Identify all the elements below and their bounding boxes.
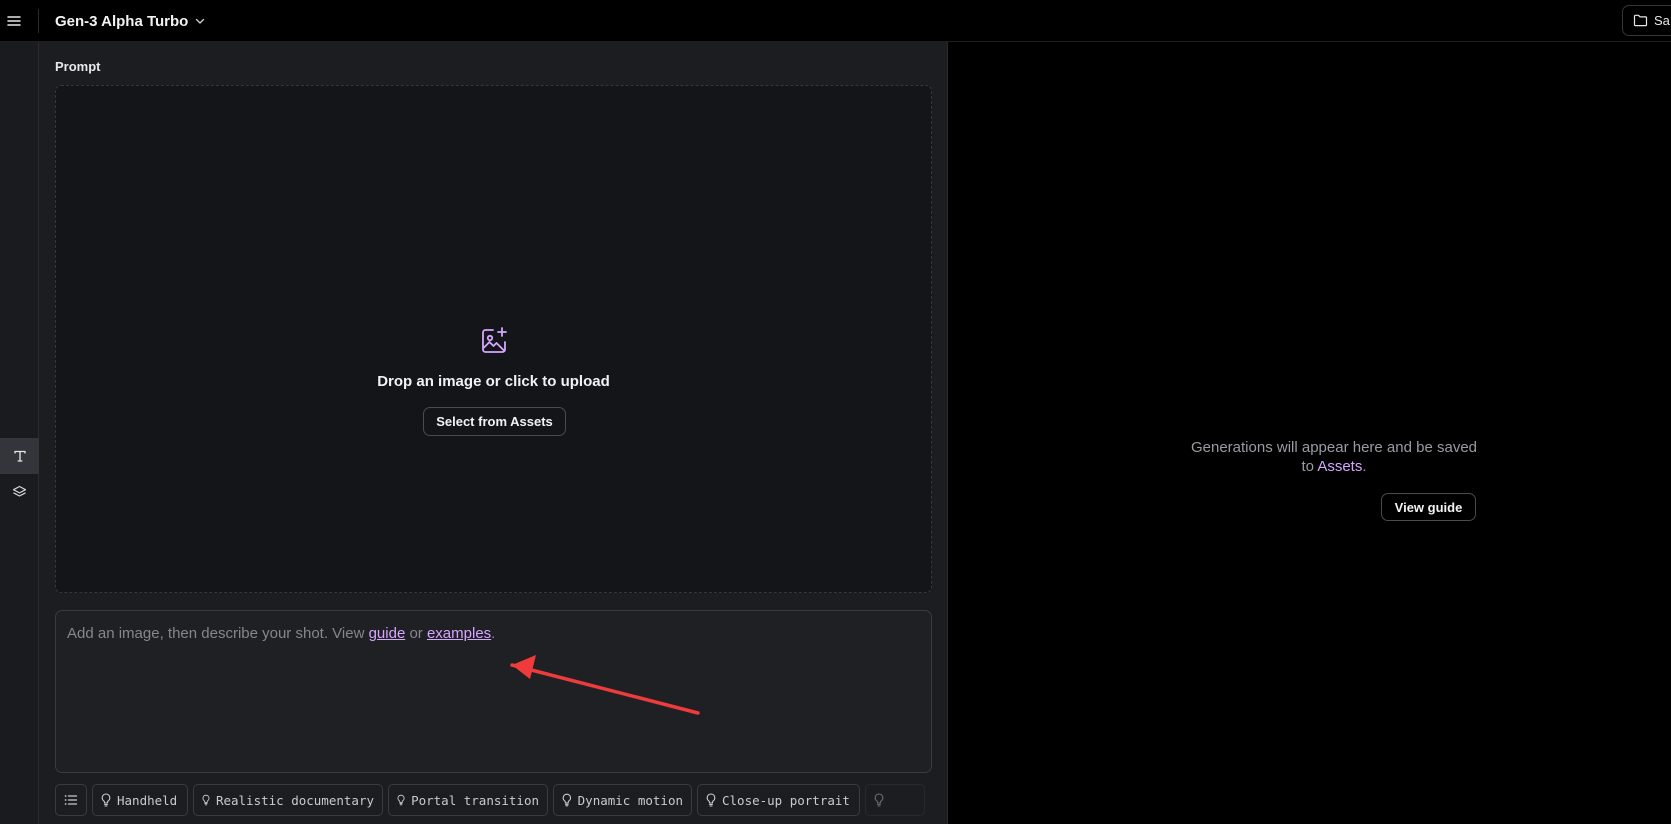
text-icon — [13, 450, 26, 462]
presets-list-button[interactable] — [55, 784, 87, 816]
preset-chip-label: Dynamic motion — [577, 792, 683, 808]
select-from-assets-button[interactable]: Select from Assets — [423, 407, 566, 436]
list-icon — [64, 795, 78, 805]
chevron-down-icon — [196, 18, 205, 24]
preset-chip-close-up-portrait[interactable]: Close-up portrait — [697, 784, 860, 816]
preset-chip-label: Close-up portrait — [722, 792, 850, 808]
lightbulb-icon — [101, 793, 111, 807]
image-dropzone[interactable]: Drop an image or click to upload Select … — [55, 85, 932, 593]
empty-state-suffix: . — [1362, 458, 1367, 475]
examples-link[interactable]: examples — [427, 625, 491, 642]
prompt-label: Prompt — [55, 59, 101, 74]
prompt-panel: Prompt Drop an image or click to upload … — [39, 42, 948, 824]
add-image-icon — [482, 327, 507, 353]
preset-chip-label: Portal transition — [411, 792, 539, 808]
lightbulb-icon — [874, 793, 884, 807]
prompt-placeholder-prefix: Add an image, then describe your shot. V… — [67, 625, 369, 642]
model-name: Gen-3 Alpha Turbo — [55, 12, 189, 30]
preset-chip-handheld[interactable]: Handheld — [92, 784, 188, 816]
prompt-placeholder-middle: or — [405, 625, 427, 642]
drop-instructions: Drop an image or click to upload — [377, 373, 610, 390]
model-selector[interactable]: Gen-3 Alpha Turbo — [55, 10, 206, 32]
prompt-placeholder-suffix: . — [491, 625, 496, 642]
output-panel: Generations will appear here and be save… — [949, 42, 1671, 824]
lightbulb-icon — [397, 794, 405, 806]
top-divider — [38, 9, 39, 33]
preset-chip-portal-transition[interactable]: Portal transition — [388, 784, 548, 816]
preset-chip-label: Realistic documentary — [215, 792, 374, 808]
empty-state: Generations will appear here and be save… — [949, 438, 1671, 476]
prompt-textarea[interactable]: Add an image, then describe your shot. V… — [55, 610, 932, 773]
folder-icon — [1633, 14, 1648, 27]
view-guide-button[interactable]: View guide — [1381, 493, 1476, 521]
guide-link[interactable]: guide — [369, 625, 406, 642]
save-to-folder-button[interactable]: Sa — [1622, 5, 1671, 36]
layers-button[interactable] — [0, 474, 39, 510]
menu-icon — [7, 16, 21, 26]
lightbulb-icon — [706, 793, 716, 807]
side-rail — [0, 42, 39, 824]
layers-icon — [12, 485, 27, 497]
preset-chip-overflow[interactable] — [865, 784, 925, 816]
lightbulb-icon — [562, 793, 571, 807]
lightbulb-icon — [202, 794, 210, 806]
preset-chip-realistic-documentary[interactable]: Realistic documentary — [193, 784, 383, 816]
top-bar: Gen-3 Alpha Turbo Sa — [0, 0, 1671, 42]
assets-link[interactable]: Assets — [1317, 458, 1362, 475]
preset-chip-label: Handheld — [117, 792, 178, 808]
preset-chip-dynamic-motion[interactable]: Dynamic motion — [553, 784, 692, 816]
menu-button[interactable] — [4, 11, 24, 31]
save-label: Sa — [1654, 13, 1670, 28]
preset-chips: Handheld Realistic documentary Portal tr… — [55, 784, 932, 816]
empty-state-message: Generations will appear here and be save… — [1184, 438, 1484, 476]
text-mode-button[interactable] — [0, 438, 39, 474]
